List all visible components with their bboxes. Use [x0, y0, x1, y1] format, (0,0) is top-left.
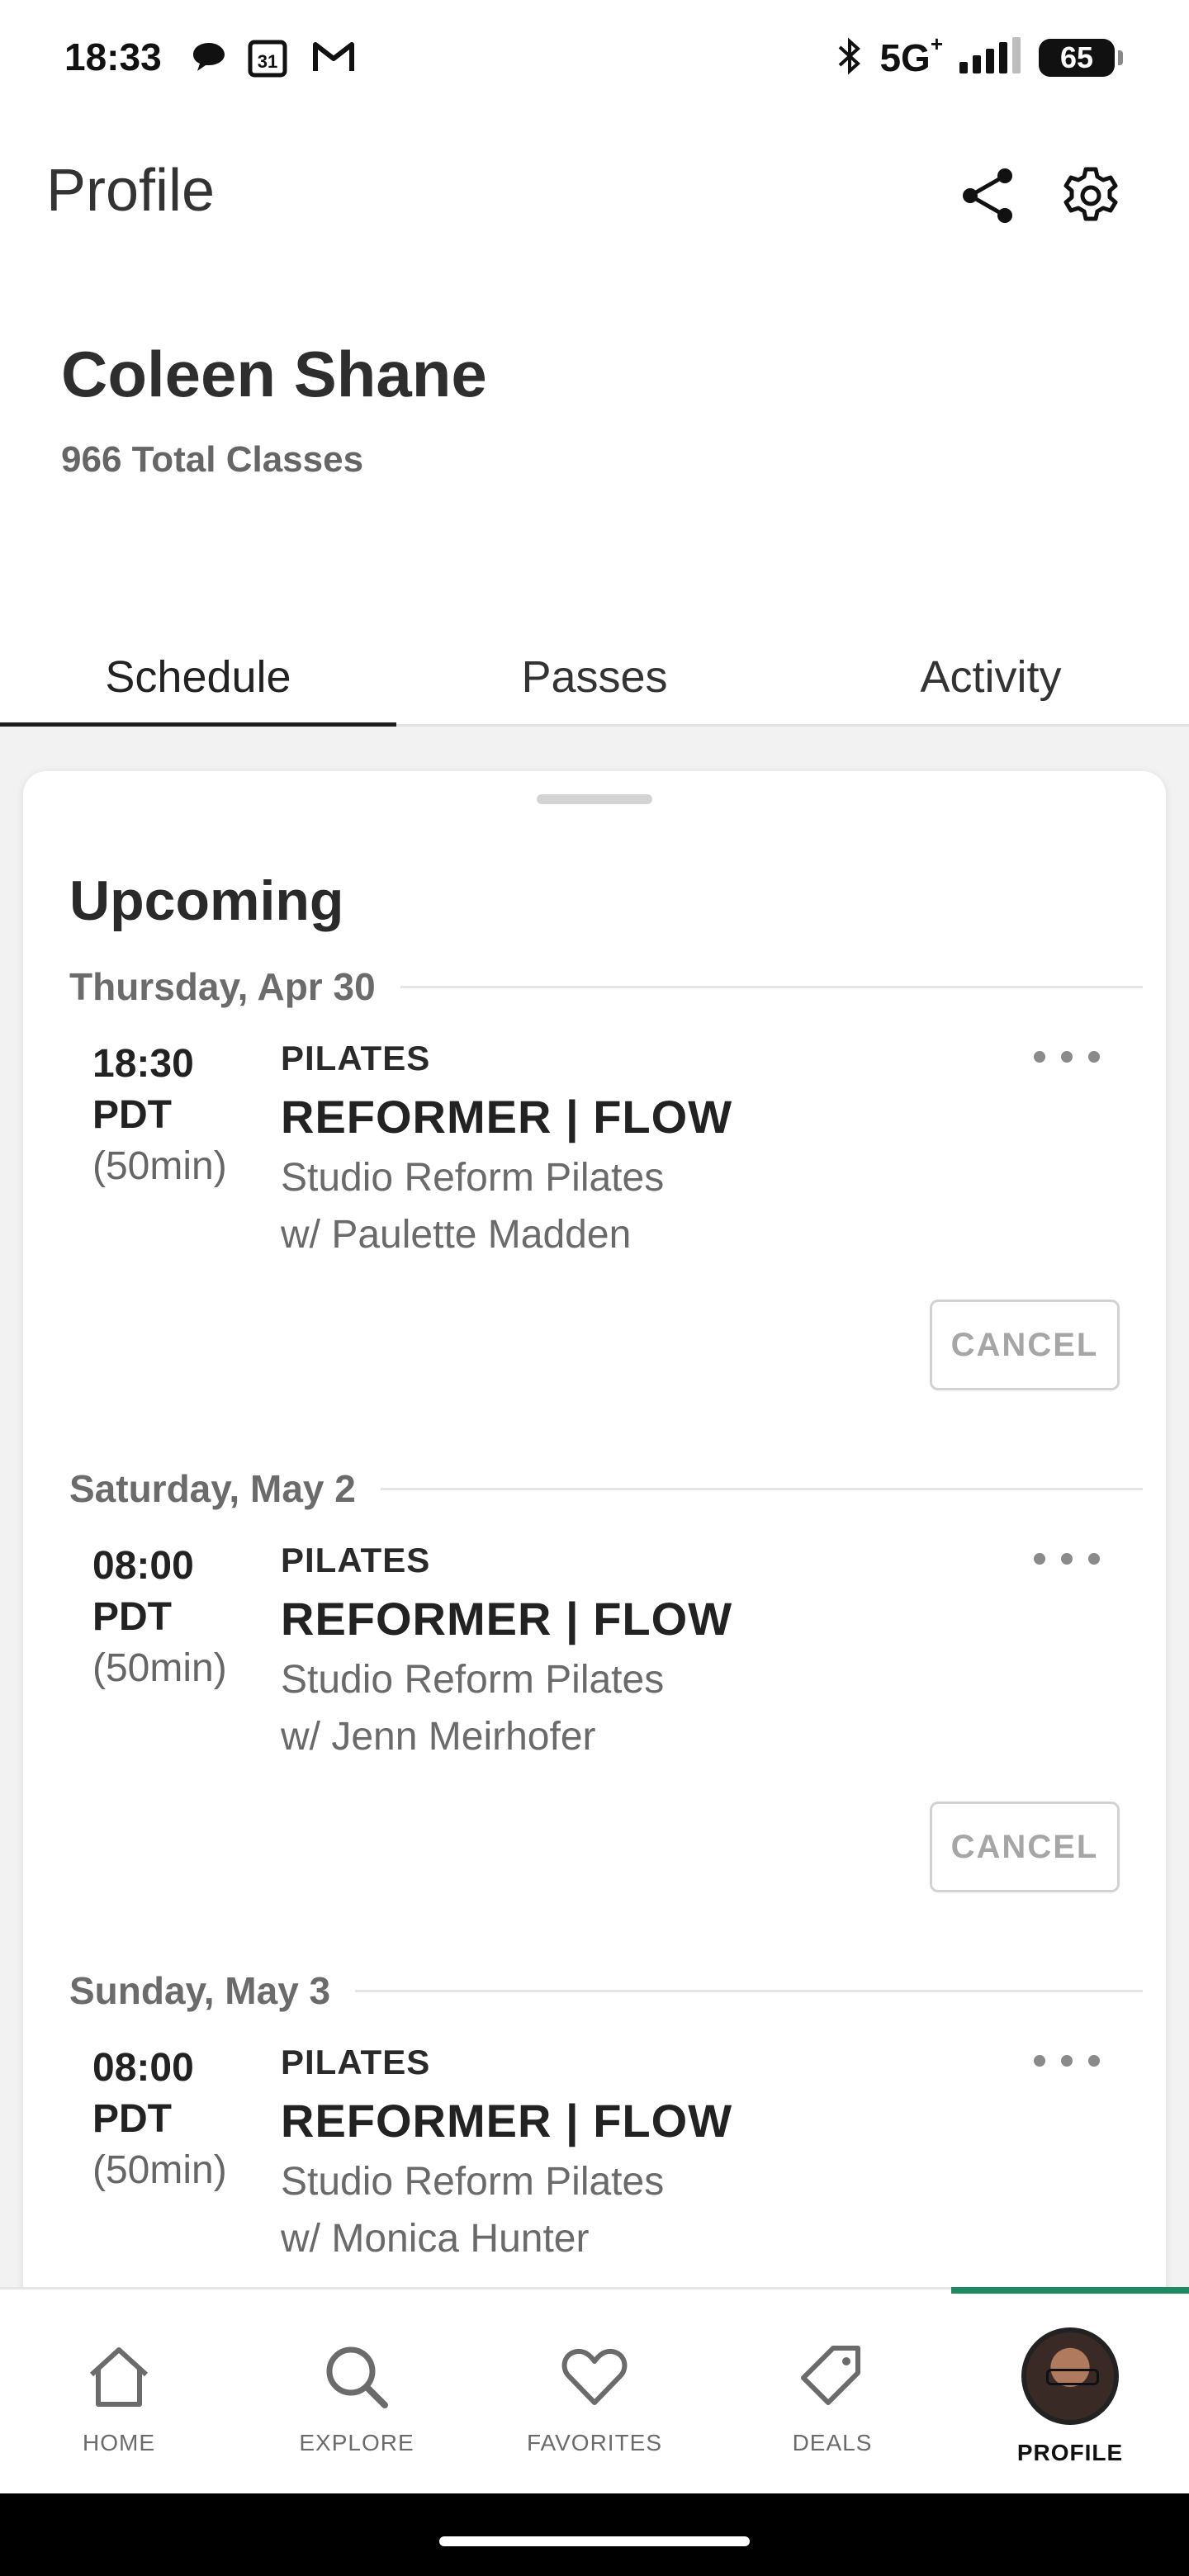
class-category: PILATES — [281, 1541, 431, 1579]
home-gesture-bar[interactable] — [439, 2536, 750, 2546]
tab-passes[interactable]: Passes — [396, 627, 793, 727]
class-instructor: w/ Jenn Meirhofer — [281, 1715, 596, 1759]
class-details[interactable]: PILATES REFORMER | FLOW Studio Reform Pi… — [281, 1541, 732, 1759]
class-time: 08:00 PDT (50min) — [92, 1541, 227, 1694]
day-header: Saturday, May 2 — [69, 1466, 1143, 1511]
chat-bubble-icon — [188, 36, 230, 82]
page-title: Profile — [46, 158, 216, 224]
status-bar: 18:33 31 5G+ 65 — [0, 0, 1189, 116]
more-options-button[interactable] — [1034, 2044, 1100, 2077]
home-icon — [78, 2336, 160, 2418]
nav-deals[interactable]: DEALS — [713, 2290, 951, 2496]
heart-icon — [553, 2336, 636, 2418]
nav-label: FAVORITES — [526, 2430, 663, 2455]
day-date-label: Sunday, May 3 — [69, 1969, 331, 2012]
share-icon — [963, 168, 1012, 223]
class-time: 08:00 PDT (50min) — [92, 2043, 227, 2196]
more-dot — [1061, 2055, 1073, 2067]
gmail-icon — [310, 36, 357, 82]
class-studio: Studio Reform Pilates — [281, 1658, 665, 1702]
day-date-label: Saturday, May 2 — [69, 1467, 356, 1510]
more-dot — [1088, 1553, 1100, 1565]
profile-name: Coleen Shane — [61, 338, 487, 410]
calendar-icon: 31 — [246, 36, 289, 83]
more-dot — [1061, 1051, 1073, 1063]
app-screen: 18:33 31 5G+ 65 Profile Coleen Shane 966… — [0, 0, 1189, 2576]
nav-label: EXPLORE — [299, 2430, 414, 2455]
class-timezone: PDT — [92, 2097, 172, 2141]
class-timezone: PDT — [92, 1093, 172, 1137]
more-dot — [1088, 1051, 1100, 1063]
section-title-upcoming: Upcoming — [69, 869, 344, 932]
network-type: 5G+ — [879, 31, 943, 80]
nav-profile[interactable]: PROFILE — [951, 2287, 1189, 2496]
more-dot — [1088, 2055, 1100, 2067]
class-start-time: 08:00 — [92, 2046, 194, 2090]
bottom-nav: HOME EXPLORE FAVORITES DEALS PROFILE — [0, 2287, 1189, 2493]
more-dot — [1061, 1553, 1073, 1565]
more-options-button[interactable] — [1034, 1040, 1100, 1073]
class-start-time: 18:30 — [92, 1042, 194, 1086]
class-studio: Studio Reform Pilates — [281, 1156, 665, 1200]
class-instructor: w/ Paulette Madden — [281, 1213, 632, 1257]
class-name: REFORMER | FLOW — [281, 1091, 733, 1143]
nav-favorites[interactable]: FAVORITES — [476, 2290, 713, 2496]
share-button[interactable] — [951, 159, 1026, 233]
day-divider — [400, 985, 1143, 988]
day-date-label: Thursday, Apr 30 — [69, 965, 376, 1008]
system-gesture-area — [0, 2493, 1189, 2576]
day-header: Thursday, Apr 30 — [69, 964, 1143, 1009]
nav-label: DEALS — [792, 2430, 873, 2455]
profile-tabs: Schedule Passes Activity — [0, 627, 1189, 729]
class-studio: Studio Reform Pilates — [281, 2160, 665, 2204]
class-instructor: w/ Monica Hunter — [281, 2217, 590, 2261]
class-name: REFORMER | FLOW — [281, 1593, 733, 1645]
sheet-drag-handle[interactable] — [537, 794, 652, 804]
network-type-text: 5G — [879, 36, 931, 79]
app-header: Profile — [0, 140, 1189, 248]
day-divider — [380, 1487, 1143, 1490]
day-header: Sunday, May 3 — [69, 1968, 1143, 2013]
search-icon — [315, 2336, 398, 2418]
bluetooth-icon — [835, 36, 865, 81]
class-duration: (50min) — [92, 2148, 227, 2192]
status-right-group: 5G+ 65 — [835, 31, 1123, 83]
class-time: 18:30 PDT (50min) — [92, 1039, 227, 1192]
class-details[interactable]: PILATES REFORMER | FLOW Studio Reform Pi… — [281, 2043, 732, 2261]
more-dot — [1034, 1051, 1045, 1063]
network-plus-text: + — [930, 31, 943, 56]
class-category: PILATES — [281, 2043, 431, 2081]
cancel-button[interactable]: CANCEL — [930, 1802, 1120, 1892]
day-divider — [355, 1989, 1143, 1992]
more-options-button[interactable] — [1034, 1542, 1100, 1575]
class-details[interactable]: PILATES REFORMER | FLOW Studio Reform Pi… — [281, 1039, 732, 1257]
class-duration: (50min) — [92, 1144, 227, 1188]
nav-label: PROFILE — [1016, 2440, 1124, 2465]
total-classes-count: 966 Total Classes — [61, 439, 364, 480]
tab-schedule[interactable]: Schedule — [0, 627, 396, 729]
class-name: REFORMER | FLOW — [281, 2095, 733, 2147]
tab-activity[interactable]: Activity — [793, 627, 1189, 727]
cancel-button[interactable]: CANCEL — [930, 1300, 1120, 1390]
nav-label: HOME — [83, 2430, 155, 2455]
more-dot — [1034, 2055, 1045, 2067]
tag-icon — [791, 2336, 874, 2418]
calendar-day-text: 31 — [258, 51, 277, 72]
nav-home[interactable]: HOME — [0, 2290, 238, 2496]
battery-indicator: 65 — [1039, 39, 1123, 77]
settings-button[interactable] — [1054, 159, 1128, 233]
more-dot — [1034, 1553, 1045, 1565]
signal-icon — [958, 36, 1024, 79]
class-start-time: 08:00 — [92, 1544, 194, 1588]
schedule-sheet: Upcoming Thursday, Apr 30 18:30 PDT (50m… — [23, 771, 1166, 2340]
avatar — [1021, 2327, 1119, 2425]
class-duration: (50min) — [92, 1646, 227, 1690]
nav-explore[interactable]: EXPLORE — [238, 2290, 476, 2496]
status-time: 18:33 — [64, 36, 162, 78]
class-timezone: PDT — [92, 1595, 172, 1639]
class-category: PILATES — [281, 1039, 431, 1077]
gear-icon — [1063, 167, 1118, 221]
